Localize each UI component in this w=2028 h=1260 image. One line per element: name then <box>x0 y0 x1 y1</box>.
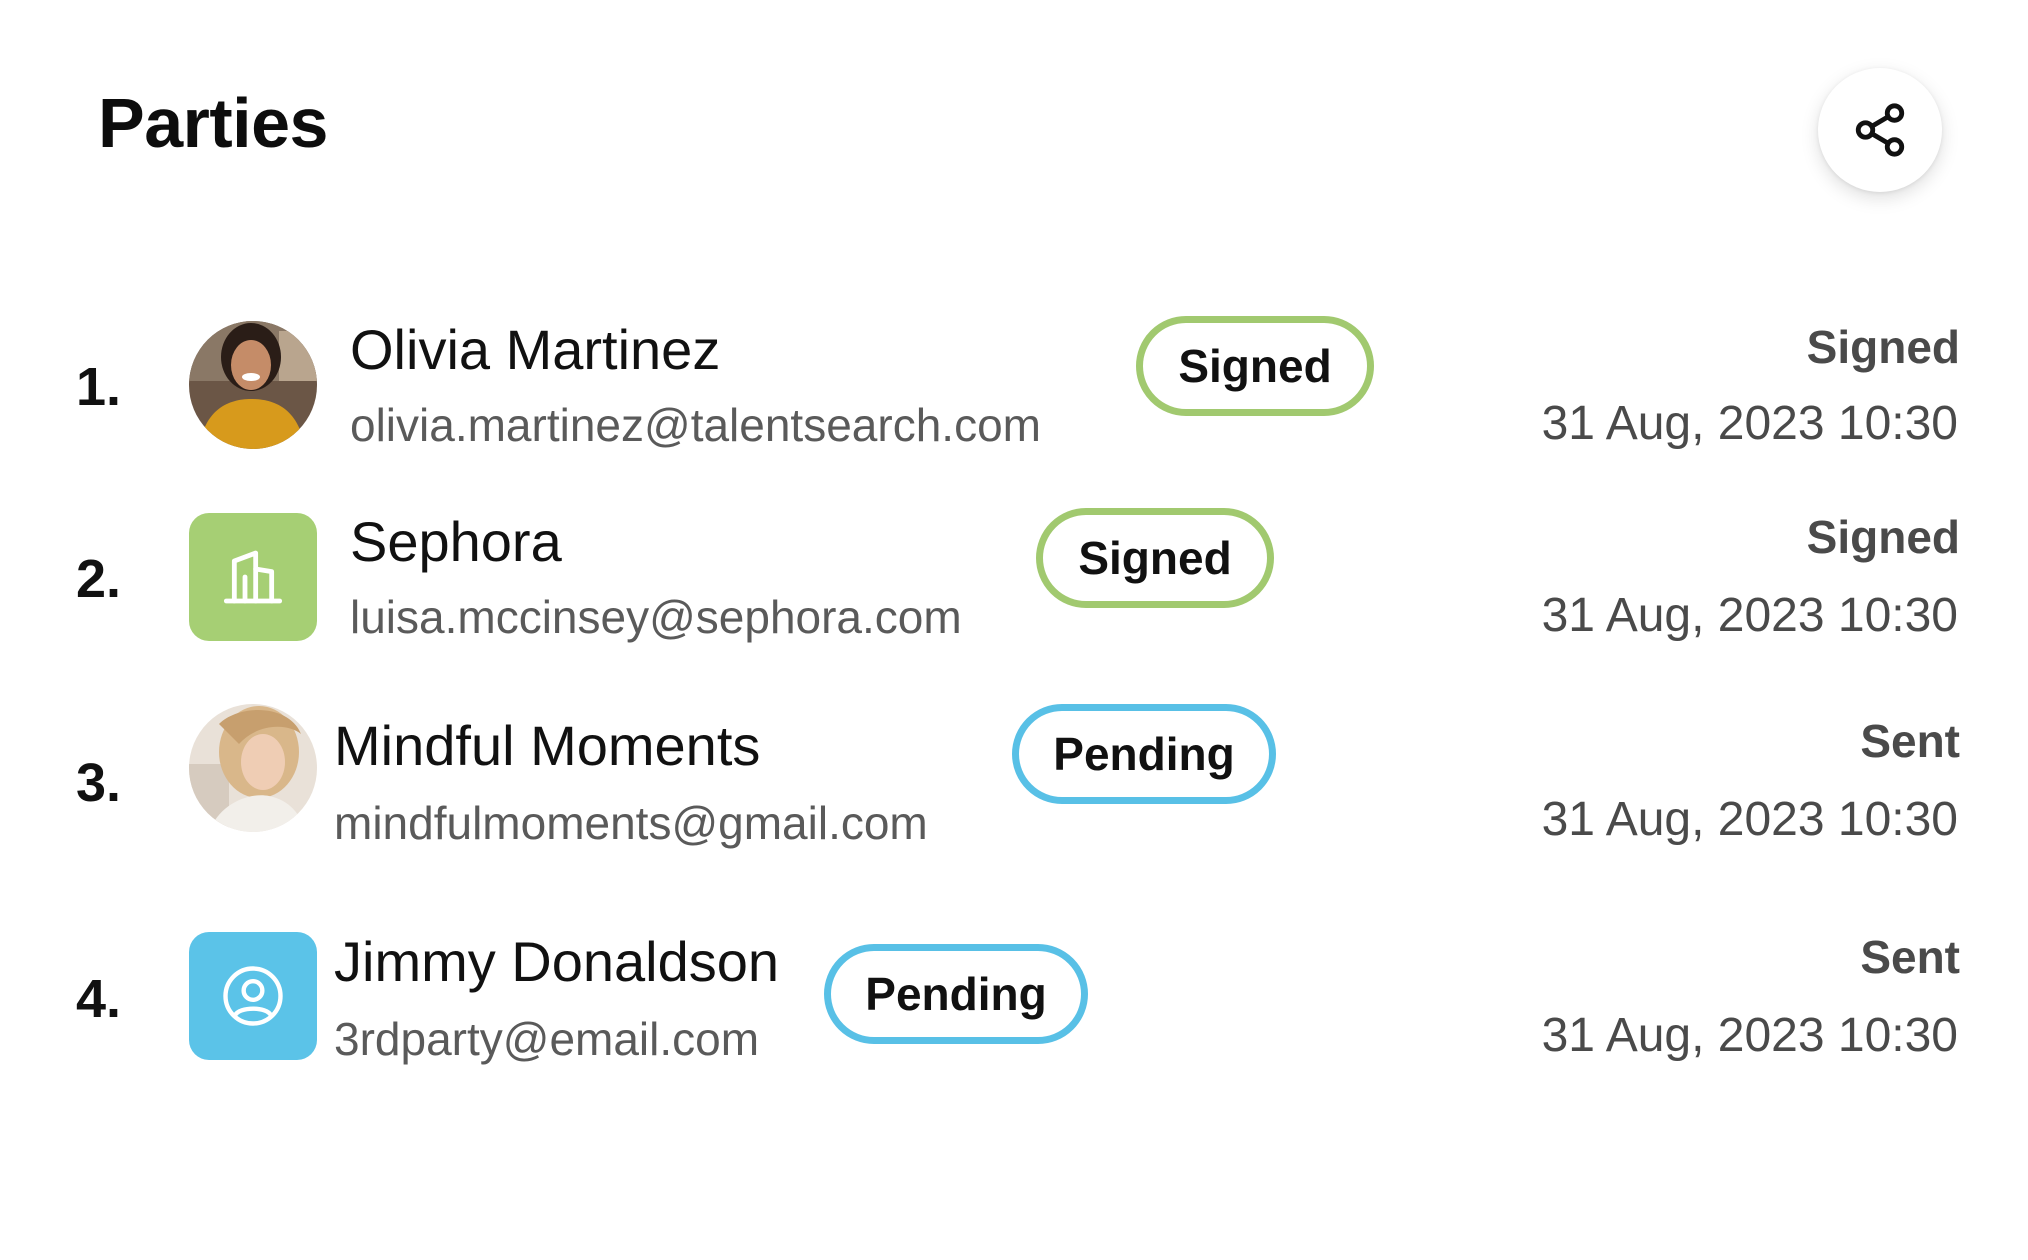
status-text: Sent <box>1860 715 1960 767</box>
party-email: olivia.martinez@talentsearch.com <box>350 399 1041 451</box>
party-email: 3rdparty@email.com <box>334 1013 760 1065</box>
party-row[interactable]: 1. Olivia Martinez olivia.martinez@talen… <box>0 316 2028 456</box>
parties-panel: Parties 1. Olivia Martinez olivia.martin… <box>0 0 2028 1260</box>
status-text: Signed <box>1806 321 1960 373</box>
party-row[interactable]: 3. Mindful Moments mindfulmoments@gmail.… <box>0 704 2028 849</box>
party-name: Mindful Moments <box>334 714 761 777</box>
user-avatar <box>189 932 317 1060</box>
party-row[interactable]: 4. Jimmy Donaldson 3rdparty@email.com Pe… <box>0 932 2028 1072</box>
status-text: Sent <box>1860 931 1960 983</box>
party-name: Olivia Martinez <box>350 318 721 381</box>
status-date: 31 Aug, 2023 10:30 <box>1541 793 1958 846</box>
avatar <box>189 704 317 832</box>
status-date: 31 Aug, 2023 10:30 <box>1541 397 1958 450</box>
share-icon <box>1855 103 1905 157</box>
status-badge[interactable]: Pending <box>824 944 1088 1044</box>
party-email: luisa.mccinsey@sephora.com <box>350 591 962 643</box>
status-date: 31 Aug, 2023 10:30 <box>1541 589 1958 642</box>
status-text: Signed <box>1806 511 1960 563</box>
status-badge[interactable]: Signed <box>1136 316 1374 416</box>
party-number: 1. <box>76 357 122 417</box>
share-button[interactable] <box>1818 68 1942 192</box>
party-number: 2. <box>76 549 122 609</box>
party-name: Sephora <box>350 510 562 573</box>
party-email: mindfulmoments@gmail.com <box>334 797 928 849</box>
status-date: 31 Aug, 2023 10:30 <box>1541 1009 1958 1062</box>
party-number: 3. <box>76 753 122 813</box>
company-avatar <box>189 513 317 641</box>
avatar <box>189 321 317 449</box>
user-circle-icon <box>223 966 283 1026</box>
status-badge[interactable]: Pending <box>1012 704 1276 804</box>
party-number: 4. <box>76 969 122 1029</box>
page-title: Parties <box>98 84 328 162</box>
party-name: Jimmy Donaldson <box>334 930 780 993</box>
party-row[interactable]: 2. Sephora luisa.mccinsey@sephora.com Si… <box>0 508 2028 648</box>
building-icon <box>223 550 283 604</box>
status-badge[interactable]: Signed <box>1036 508 1274 608</box>
